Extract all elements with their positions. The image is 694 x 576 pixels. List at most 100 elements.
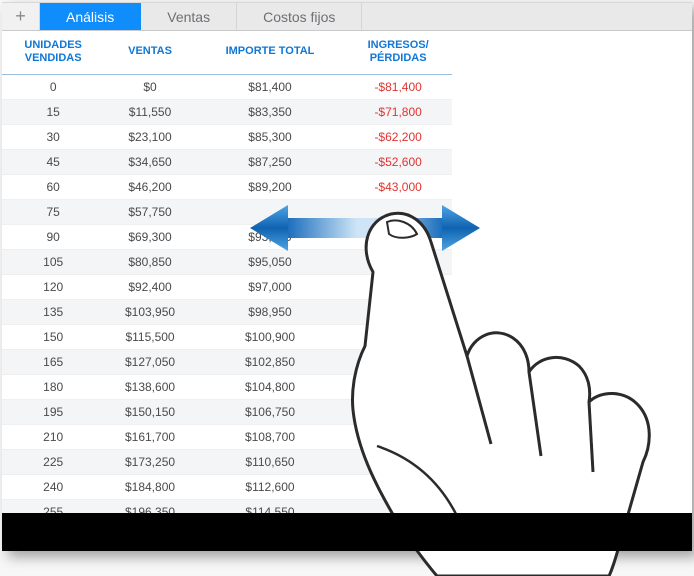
cell-units[interactable]: 195 <box>2 400 104 425</box>
cell-sales[interactable]: $23,100 <box>104 125 195 150</box>
cell-total[interactable]: $100,900 <box>196 325 345 350</box>
table-row[interactable]: 15$11,550$83,350-$71,800 <box>2 100 452 125</box>
cell-income[interactable]: -$43,000 <box>344 175 452 200</box>
cell-income[interactable] <box>344 475 452 500</box>
data-table[interactable]: UNIDADESVENDIDAS VENTAS IMPORTE TOTAL IN… <box>2 31 452 525</box>
add-sheet-button[interactable]: + <box>2 3 40 30</box>
cell-total[interactable]: $102,850 <box>196 350 345 375</box>
table-row[interactable]: 0$0$81,400-$81,400 <box>2 75 452 100</box>
col-header-total[interactable]: IMPORTE TOTAL <box>196 31 345 75</box>
cell-income[interactable]: -$71,800 <box>344 100 452 125</box>
cell-total[interactable]: $93,100 <box>196 225 345 250</box>
cell-income[interactable] <box>344 375 452 400</box>
cell-units[interactable]: 240 <box>2 475 104 500</box>
cell-income[interactable]: -$81,400 <box>344 75 452 100</box>
table-row[interactable]: 60$46,200$89,200-$43,000 <box>2 175 452 200</box>
cell-income[interactable] <box>344 425 452 450</box>
cell-sales[interactable]: $184,800 <box>104 475 195 500</box>
cell-total[interactable]: $108,700 <box>196 425 345 450</box>
cell-units[interactable]: 60 <box>2 175 104 200</box>
col-header-income[interactable]: INGRESOS/PÉRDIDAS <box>344 31 452 75</box>
tab-costos-fijos[interactable]: Costos fijos <box>237 3 362 30</box>
table-row[interactable]: 75$57,750 <box>2 200 452 225</box>
cell-units[interactable]: 0 <box>2 75 104 100</box>
cell-units[interactable]: 30 <box>2 125 104 150</box>
sheet-tab-bar: + Análisis Ventas Costos fijos <box>2 3 692 31</box>
cell-total[interactable]: $112,600 <box>196 475 345 500</box>
cell-sales[interactable]: $11,550 <box>104 100 195 125</box>
cell-units[interactable]: 15 <box>2 100 104 125</box>
cell-total[interactable]: $83,350 <box>196 100 345 125</box>
cell-income[interactable]: 800 <box>344 225 452 250</box>
table-row[interactable]: 210$161,700$108,700 <box>2 425 452 450</box>
plus-icon: + <box>15 6 26 27</box>
cell-sales[interactable]: $34,650 <box>104 150 195 175</box>
cell-total[interactable]: $81,400 <box>196 75 345 100</box>
cell-units[interactable]: 210 <box>2 425 104 450</box>
cell-units[interactable]: 150 <box>2 325 104 350</box>
table-row[interactable]: 90$69,300$93,100800 <box>2 225 452 250</box>
cell-sales[interactable]: $103,950 <box>104 300 195 325</box>
cell-units[interactable]: 45 <box>2 150 104 175</box>
table-row[interactable]: 195$150,150$106,750 <box>2 400 452 425</box>
app-window: + Análisis Ventas Costos fijos UNIDADESV… <box>2 2 692 551</box>
spreadsheet-area[interactable]: UNIDADESVENDIDAS VENTAS IMPORTE TOTAL IN… <box>2 31 692 525</box>
table-row[interactable]: 150$115,500$100,900 <box>2 325 452 350</box>
cell-income[interactable] <box>344 325 452 350</box>
cell-total[interactable]: $97,000 <box>196 275 345 300</box>
table-row[interactable]: 225$173,250$110,650 <box>2 450 452 475</box>
cell-total[interactable]: $110,650 <box>196 450 345 475</box>
cell-units[interactable]: 225 <box>2 450 104 475</box>
cell-units[interactable]: 90 <box>2 225 104 250</box>
cell-total[interactable] <box>196 200 345 225</box>
cell-total[interactable]: $95,050 <box>196 250 345 275</box>
cell-sales[interactable]: $57,750 <box>104 200 195 225</box>
cell-units[interactable]: 165 <box>2 350 104 375</box>
cell-units[interactable]: 180 <box>2 375 104 400</box>
table-row[interactable]: 180$138,600$104,800 <box>2 375 452 400</box>
cell-sales[interactable]: $46,200 <box>104 175 195 200</box>
cell-sales[interactable]: $115,500 <box>104 325 195 350</box>
cell-sales[interactable]: $92,400 <box>104 275 195 300</box>
cell-total[interactable]: $106,750 <box>196 400 345 425</box>
cell-income[interactable]: -$52,600 <box>344 150 452 175</box>
cell-total[interactable]: $98,950 <box>196 300 345 325</box>
cell-units[interactable]: 105 <box>2 250 104 275</box>
col-header-sales[interactable]: VENTAS <box>104 31 195 75</box>
table-row[interactable]: 45$34,650$87,250-$52,600 <box>2 150 452 175</box>
table-row[interactable]: 165$127,050$102,850 <box>2 350 452 375</box>
cell-sales[interactable]: $161,700 <box>104 425 195 450</box>
cell-total[interactable]: $89,200 <box>196 175 345 200</box>
cell-sales[interactable]: $69,300 <box>104 225 195 250</box>
cell-units[interactable]: 120 <box>2 275 104 300</box>
cell-total[interactable]: $85,300 <box>196 125 345 150</box>
col-header-units[interactable]: UNIDADESVENDIDAS <box>2 31 104 75</box>
cell-sales[interactable]: $150,150 <box>104 400 195 425</box>
tab-ventas[interactable]: Ventas <box>141 3 237 30</box>
table-row[interactable]: 30$23,100$85,300-$62,200 <box>2 125 452 150</box>
cell-sales[interactable]: $127,050 <box>104 350 195 375</box>
tab-analisis[interactable]: Análisis <box>40 3 141 30</box>
cell-units[interactable]: 135 <box>2 300 104 325</box>
cell-sales[interactable]: $138,600 <box>104 375 195 400</box>
cell-total[interactable]: $87,250 <box>196 150 345 175</box>
table-body: 0$0$81,400-$81,40015$11,550$83,350-$71,8… <box>2 75 452 525</box>
cell-sales[interactable]: $80,850 <box>104 250 195 275</box>
tab-label: Análisis <box>66 9 114 25</box>
cell-income[interactable] <box>344 275 452 300</box>
cell-income[interactable] <box>344 300 452 325</box>
cell-income[interactable] <box>344 400 452 425</box>
cell-units[interactable]: 75 <box>2 200 104 225</box>
cell-income[interactable] <box>344 350 452 375</box>
cell-income[interactable]: 0 <box>344 250 452 275</box>
table-row[interactable]: 105$80,850$95,0500 <box>2 250 452 275</box>
cell-income[interactable]: -$62,200 <box>344 125 452 150</box>
cell-total[interactable]: $104,800 <box>196 375 345 400</box>
table-row[interactable]: 135$103,950$98,950 <box>2 300 452 325</box>
cell-sales[interactable]: $173,250 <box>104 450 195 475</box>
table-row[interactable]: 240$184,800$112,600 <box>2 475 452 500</box>
cell-income[interactable] <box>344 450 452 475</box>
cell-sales[interactable]: $0 <box>104 75 195 100</box>
table-row[interactable]: 120$92,400$97,000 <box>2 275 452 300</box>
cell-income[interactable] <box>344 200 452 225</box>
